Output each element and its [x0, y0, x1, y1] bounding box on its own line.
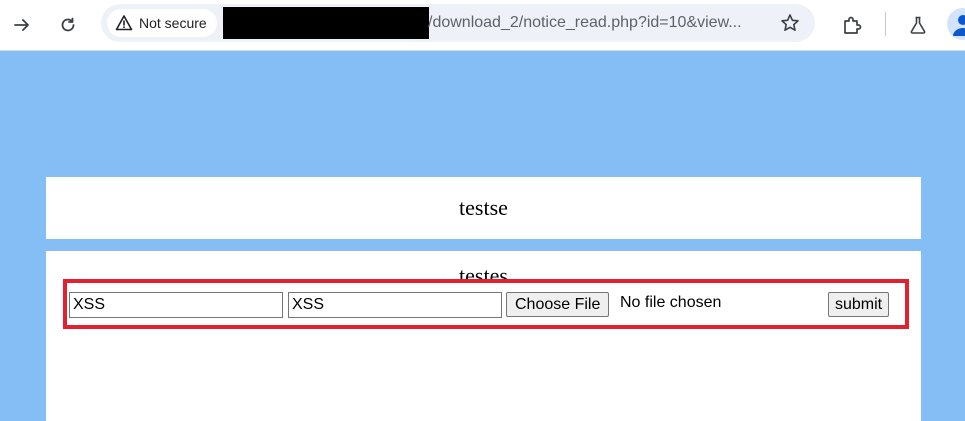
notice-title: testse: [459, 195, 508, 220]
url-path[interactable]: /download_2/notice_read.php?id=10&view..…: [428, 4, 773, 42]
notice-title-panel: testse: [46, 177, 921, 239]
extensions-button[interactable]: [836, 9, 868, 41]
reload-icon: [61, 17, 75, 32]
arrow-right-icon: [14, 19, 29, 31]
security-indicator[interactable]: Not secure: [107, 9, 217, 37]
avatar[interactable]: [947, 8, 965, 40]
star-icon: [781, 14, 799, 31]
notice-content-panel: testes: [46, 251, 921, 421]
warning-triangle-icon: [115, 15, 133, 31]
puzzle-icon: [844, 16, 862, 34]
forward-button[interactable]: [6, 9, 38, 41]
redacted-host: [223, 7, 429, 39]
toolbar-divider: [885, 12, 886, 36]
reload-button[interactable]: [52, 9, 84, 41]
browser-toolbar: Not secure /download_2/notice_read.php?i…: [0, 0, 965, 51]
address-bar[interactable]: Not secure /download_2/notice_read.php?i…: [101, 4, 815, 42]
profile-icon: [953, 15, 965, 36]
labs-button[interactable]: [902, 9, 934, 41]
flask-icon: [910, 16, 926, 34]
security-label: Not secure: [139, 15, 207, 31]
highlight-box: [63, 279, 909, 329]
bookmark-button[interactable]: [777, 10, 803, 36]
